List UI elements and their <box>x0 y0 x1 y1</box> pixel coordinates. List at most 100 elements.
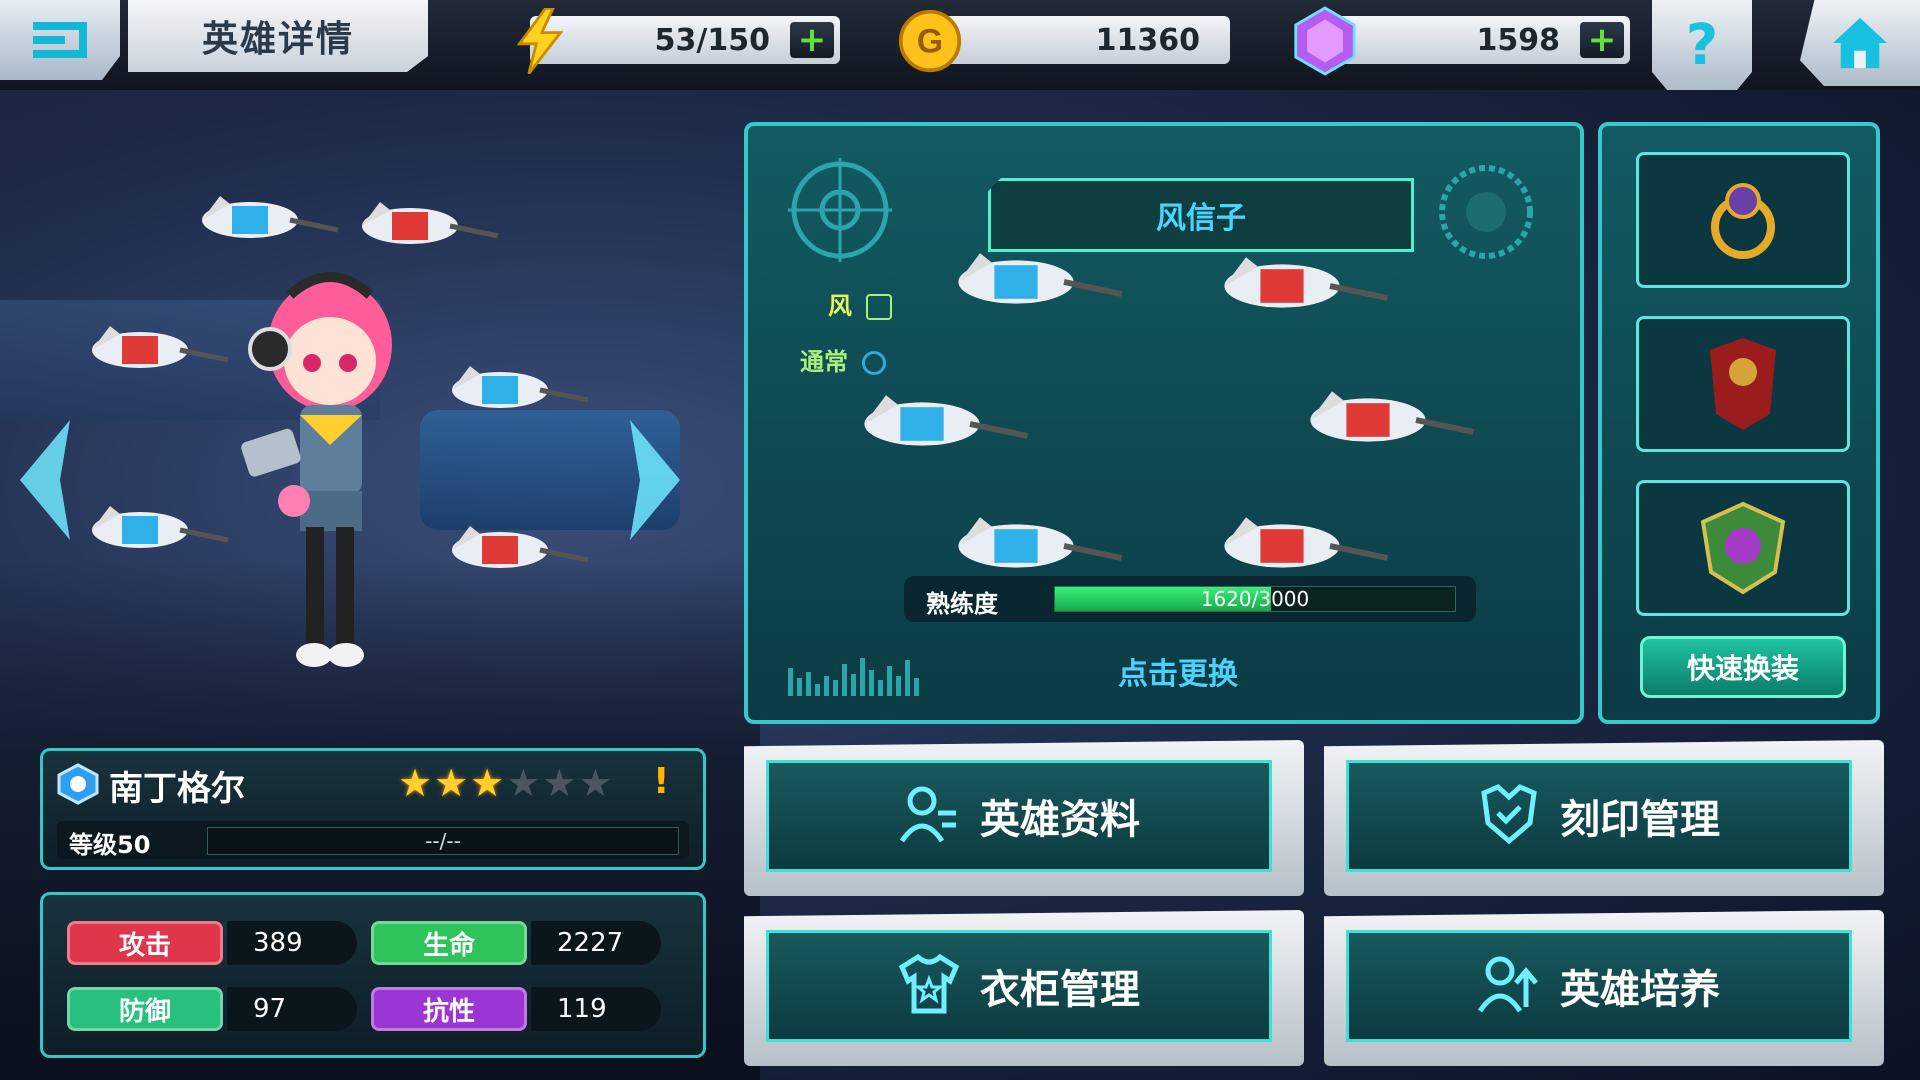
normal-attack-icon <box>862 351 887 375</box>
gem-icon <box>1290 6 1360 76</box>
star-icon-filled: ★ <box>434 761 469 805</box>
stat-attack: 攻击 389 <box>67 921 367 967</box>
stat-defense: 防御 97 <box>67 987 367 1033</box>
stat-hp: 生命 2227 <box>371 921 671 967</box>
hero-profile-button[interactable]: 英雄资料 <box>744 740 1304 896</box>
imprint-manage-button[interactable]: 刻印管理 <box>1324 740 1884 896</box>
stat-label: 攻击 <box>67 921 223 965</box>
previous-hero-arrow[interactable] <box>20 420 80 540</box>
menu-inner: 英雄资料 <box>766 760 1272 872</box>
weapon-name: 风信子 <box>1156 201 1246 236</box>
exp-bar: --/-- <box>207 827 679 855</box>
wardrobe-manage-button[interactable]: 衣柜管理 <box>744 910 1304 1066</box>
weapon-syringe <box>1310 391 1475 442</box>
stat-value: 97 <box>227 987 357 1031</box>
equalizer-decoration <box>788 658 919 696</box>
page-title-box: 英雄详情 <box>128 0 428 72</box>
add-energy-button[interactable]: + <box>790 20 834 60</box>
weapon-panel[interactable]: 风信子 风 通常 熟练度 1620/3000 点击更换 <box>744 122 1584 724</box>
hero-name: 南丁格尔 <box>109 769 245 809</box>
menu-inner: 刻印管理 <box>1346 760 1852 872</box>
attack-type-label: 通常 <box>800 348 848 376</box>
next-hero-arrow[interactable] <box>620 420 680 540</box>
add-gem-button[interactable]: + <box>1580 20 1624 60</box>
hero-info-panel: 南丁格尔 ★ ★ ★ ★ ★ ★ ! 等级50 --/-- <box>40 748 706 870</box>
mastery-bar: 1620/3000 <box>1054 586 1456 612</box>
star-icon-filled: ★ <box>398 761 433 805</box>
wind-icon <box>866 294 893 320</box>
change-weapon-button[interactable]: 点击更换 <box>1048 646 1308 696</box>
hero-train-button[interactable]: 英雄培养 <box>1324 910 1884 1066</box>
home-icon <box>1833 17 1887 69</box>
energy-display: 53/150 + <box>530 16 840 64</box>
level-row: 等级50 --/-- <box>57 821 689 859</box>
emblem-icon <box>1700 501 1786 595</box>
hero-stats-panel: 攻击 389 生命 2227 防御 97 抗性 119 <box>40 892 706 1058</box>
equip-slot-armor[interactable] <box>1636 316 1850 452</box>
menu-label: 英雄资料 <box>980 797 1140 843</box>
quick-change-button[interactable]: 快速换装 <box>1640 636 1846 698</box>
weapon-syringe <box>1224 257 1389 308</box>
menu-inner: 衣柜管理 <box>766 930 1272 1042</box>
equipment-panel: 快速换装 <box>1598 122 1880 724</box>
home-button[interactable] <box>1800 0 1920 86</box>
menu-label: 刻印管理 <box>1560 797 1720 843</box>
hero-star-rating: ★ ★ ★ ★ ★ ★ <box>398 763 612 803</box>
stat-label: 防御 <box>67 987 223 1031</box>
weapon-name-box: 风信子 <box>988 178 1414 252</box>
back-icon <box>33 22 87 58</box>
element-label: 风 <box>828 292 852 320</box>
gold-value: 11360 <box>1095 22 1200 58</box>
hero-class-icon <box>57 763 99 805</box>
star-icon-empty: ★ <box>506 761 541 805</box>
weapon-syringe <box>1224 517 1389 568</box>
gem-display: 1598 + <box>1330 16 1630 64</box>
warning-icon[interactable]: ! <box>653 761 669 802</box>
mastery-label: 熟练度 <box>926 590 998 618</box>
imprint-icon <box>1478 783 1540 849</box>
menu-label: 英雄培养 <box>1560 967 1720 1013</box>
syringe-missile <box>92 326 229 368</box>
weapon-syringe <box>958 517 1123 568</box>
person-icon <box>898 783 960 849</box>
equip-slot-emblem[interactable] <box>1636 480 1850 616</box>
stat-value: 2227 <box>531 921 661 965</box>
shirt-icon <box>898 953 960 1019</box>
star-icon-empty: ★ <box>578 761 613 805</box>
stat-resistance: 抗性 119 <box>371 987 671 1033</box>
stat-label: 生命 <box>371 921 527 965</box>
armor-icon <box>1710 338 1776 430</box>
gold-display: 11360 <box>940 16 1230 64</box>
radar-icon <box>788 158 892 262</box>
equip-slot-ring[interactable] <box>1636 152 1850 288</box>
syringe-missile <box>452 366 589 408</box>
help-button[interactable]: ? <box>1652 0 1752 90</box>
hero-character[interactable] <box>230 265 430 695</box>
question-icon: ? <box>1685 12 1719 78</box>
target-icon <box>1439 165 1533 259</box>
star-icon-empty: ★ <box>542 761 577 805</box>
mastery-row: 熟练度 1620/3000 <box>904 576 1476 622</box>
stat-label: 抗性 <box>371 987 527 1031</box>
gold-coin-icon: G <box>895 6 965 76</box>
svg-text:G: G <box>917 22 943 60</box>
syringe-missile <box>202 196 339 238</box>
page-title: 英雄详情 <box>201 19 354 60</box>
stat-value: 119 <box>531 987 661 1031</box>
mastery-text: 1620/3000 <box>1200 587 1310 611</box>
ring-icon <box>1711 183 1775 259</box>
lightning-icon <box>505 6 575 76</box>
upgrade-person-icon <box>1477 953 1540 1019</box>
menu-label: 衣柜管理 <box>980 967 1140 1013</box>
syringe-missile <box>452 526 589 568</box>
exp-text: --/-- <box>425 829 461 853</box>
energy-value: 53/150 <box>654 22 770 58</box>
weapon-syringe <box>958 253 1123 304</box>
weapon-element: 风 <box>828 286 893 321</box>
weapon-syringe <box>864 395 1029 446</box>
back-button[interactable] <box>0 0 120 80</box>
syringe-missile <box>92 506 229 548</box>
level-label: 等级50 <box>69 831 151 859</box>
star-icon-filled: ★ <box>470 761 505 805</box>
gem-value: 1598 <box>1476 22 1561 58</box>
